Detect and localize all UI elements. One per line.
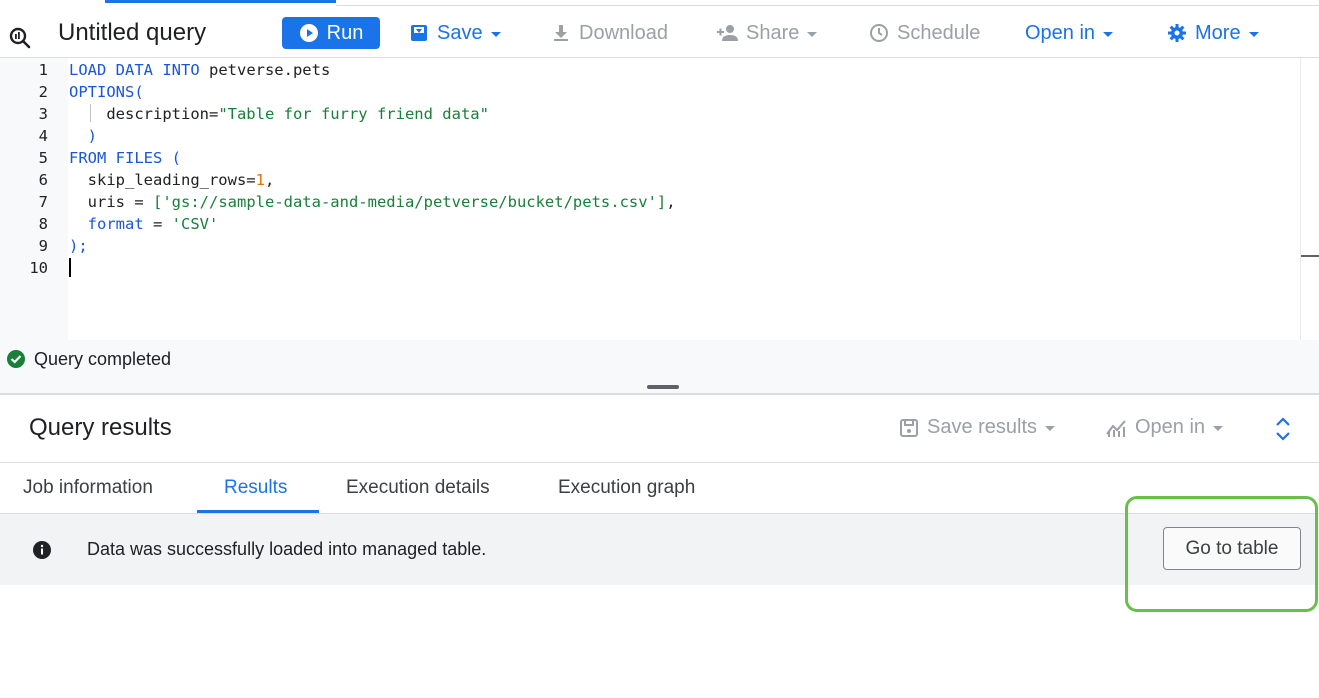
- download-label: Download: [579, 21, 668, 44]
- add-person-icon: [717, 25, 738, 41]
- status-text: Query completed: [34, 349, 172, 369]
- download-icon: [554, 25, 568, 41]
- query-icon: [8, 21, 32, 55]
- save-button[interactable]: Save: [409, 16, 501, 50]
- results-title: Query results: [29, 414, 172, 441]
- share-button[interactable]: Share: [716, 16, 818, 50]
- line-number: 10: [29, 259, 48, 277]
- code-line: OPTIONS(: [69, 83, 144, 101]
- scroll-position-marker: [1301, 255, 1319, 257]
- sql-editor[interactable]: 1 2 3 4 5 6 7 8 9 10 LOAD DATA INTO petv…: [0, 58, 1319, 340]
- query-title[interactable]: Untitled query: [58, 16, 206, 50]
- open-in-label: Open in: [1025, 21, 1096, 44]
- code-line: uris = ['gs://sample-data-and-media/petv…: [69, 193, 676, 211]
- save-icon: [900, 418, 918, 437]
- tab-strip-divider: [336, 5, 1319, 6]
- line-number: 3: [38, 105, 48, 123]
- chevron-down-icon: [490, 31, 501, 37]
- code-line: skip_leading_rows=1,: [69, 171, 275, 189]
- editor-scrollbar[interactable]: [1300, 58, 1319, 340]
- line-number-gutter: 1 2 3 4 5 6 7 8 9 10: [0, 58, 68, 340]
- play-icon: [299, 24, 318, 42]
- line-number: 5: [38, 149, 48, 167]
- tab-results[interactable]: Results: [224, 477, 287, 499]
- line-number: 6: [38, 171, 48, 189]
- gear-icon: [1168, 24, 1186, 42]
- open-in-button[interactable]: Open in: [1025, 16, 1114, 50]
- code-line: );: [69, 237, 88, 255]
- results-open-in-label: Open in: [1135, 416, 1206, 438]
- chart-icon: [1106, 419, 1126, 437]
- share-label: Share: [746, 21, 800, 44]
- chevron-down-icon: [1045, 426, 1056, 431]
- results-header: Query results Save results Open in: [0, 396, 1319, 463]
- chevron-down-icon: [1103, 31, 1114, 37]
- save-icon: [411, 25, 427, 41]
- line-number: 8: [38, 215, 48, 233]
- chevron-down-icon: [807, 31, 818, 37]
- info-message-text: Data was successfully loaded into manage…: [87, 539, 487, 559]
- line-number: 7: [38, 193, 48, 211]
- run-button[interactable]: Run: [282, 17, 380, 49]
- schedule-button[interactable]: Schedule: [869, 16, 980, 50]
- code-line: ): [69, 127, 97, 145]
- download-button[interactable]: Download: [551, 16, 668, 50]
- line-number: 9: [38, 237, 48, 255]
- save-results-label: Save results: [927, 416, 1038, 438]
- run-label: Run: [326, 21, 364, 44]
- expand-collapse-icon[interactable]: [1274, 416, 1292, 442]
- more-label: More: [1195, 21, 1241, 44]
- code-line: LOAD DATA INTO petverse.pets: [69, 61, 331, 79]
- code-line: FROM FILES (: [69, 149, 181, 167]
- active-tab-underline: [197, 510, 319, 513]
- line-number: 1: [38, 61, 48, 79]
- chevron-down-icon: [1248, 31, 1259, 37]
- save-results-button[interactable]: Save results: [899, 416, 1056, 439]
- save-label: Save: [437, 21, 483, 44]
- query-status-bar: Query completed: [0, 340, 1319, 395]
- schedule-label: Schedule: [897, 21, 981, 44]
- tab-execution-graph[interactable]: Execution graph: [558, 477, 695, 499]
- go-to-table-button[interactable]: Go to table: [1163, 527, 1301, 570]
- clock-icon: [870, 24, 888, 42]
- line-number: 2: [38, 83, 48, 101]
- text-cursor: [69, 258, 71, 277]
- query-toolbar: Untitled query Run Save Download Share S…: [0, 0, 1319, 58]
- check-circle-icon: [7, 350, 25, 368]
- line-number: 4: [38, 127, 48, 145]
- resize-handle[interactable]: [647, 385, 679, 389]
- tab-execution-details[interactable]: Execution details: [346, 477, 490, 499]
- more-button[interactable]: More: [1167, 16, 1259, 50]
- results-open-in-button[interactable]: Open in: [1105, 416, 1224, 439]
- tab-job-information[interactable]: Job information: [23, 477, 153, 499]
- active-tab-indicator: [105, 0, 336, 3]
- code-line: format = 'CSV': [69, 215, 219, 233]
- chevron-down-icon: [1213, 426, 1224, 431]
- info-message-bar: Data was successfully loaded into manage…: [0, 514, 1319, 585]
- info-icon: [33, 541, 51, 559]
- results-tabs: Job information Results Execution detail…: [0, 463, 1319, 514]
- code-line: description="Table for furry friend data…: [69, 105, 489, 123]
